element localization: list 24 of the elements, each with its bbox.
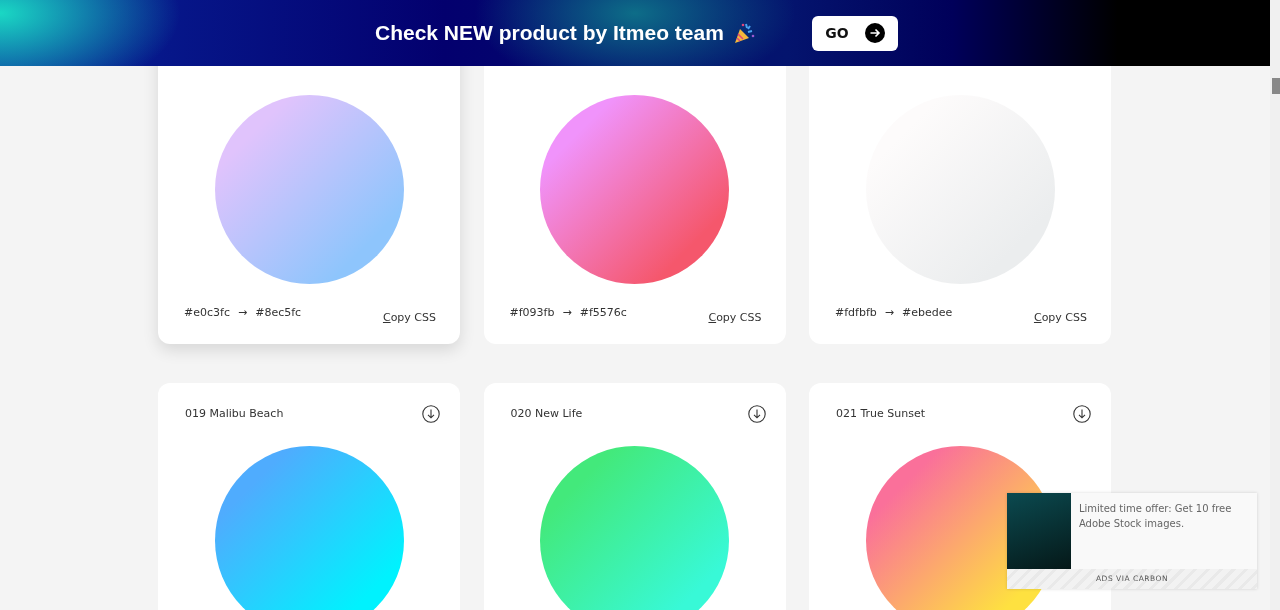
scrollbar[interactable] [1270, 0, 1280, 610]
color-code: #e0c3fc [184, 305, 230, 321]
download-icon[interactable] [1073, 405, 1091, 423]
arrow-right-icon [864, 23, 885, 43]
color-code: #f093fb [509, 305, 555, 321]
download-icon[interactable] [747, 405, 766, 423]
arrow-symbol: → [237, 305, 248, 321]
ad-text[interactable]: Limited time offer: Get 10 free Adobe Stock images. [1070, 493, 1257, 569]
go-button[interactable]: GO [811, 15, 898, 51]
color-code: #f5576c [579, 305, 627, 321]
scrollbar-thumb[interactable] [1272, 78, 1280, 94]
gradient-title: 020 New Life [510, 405, 583, 422]
download-icon[interactable] [422, 405, 440, 423]
copy-css-button[interactable]: Copy CSS [1033, 310, 1087, 327]
gradient-title: 021 True Sunset [836, 405, 926, 422]
copy-css-button[interactable]: Copy CSS [708, 310, 762, 327]
copy-css-button[interactable]: Copy CSS [382, 310, 436, 327]
color-code: #fdfbfb [835, 305, 877, 321]
gradient-title: 019 Malibu Beach [185, 405, 284, 422]
color-code: #ebedee [902, 305, 953, 321]
arrow-symbol: → [884, 305, 894, 321]
arrow-symbol: → [562, 305, 572, 321]
color-code: #8ec5fc [255, 305, 302, 321]
banner-text: Check NEW product by Itmeo team [375, 20, 724, 47]
